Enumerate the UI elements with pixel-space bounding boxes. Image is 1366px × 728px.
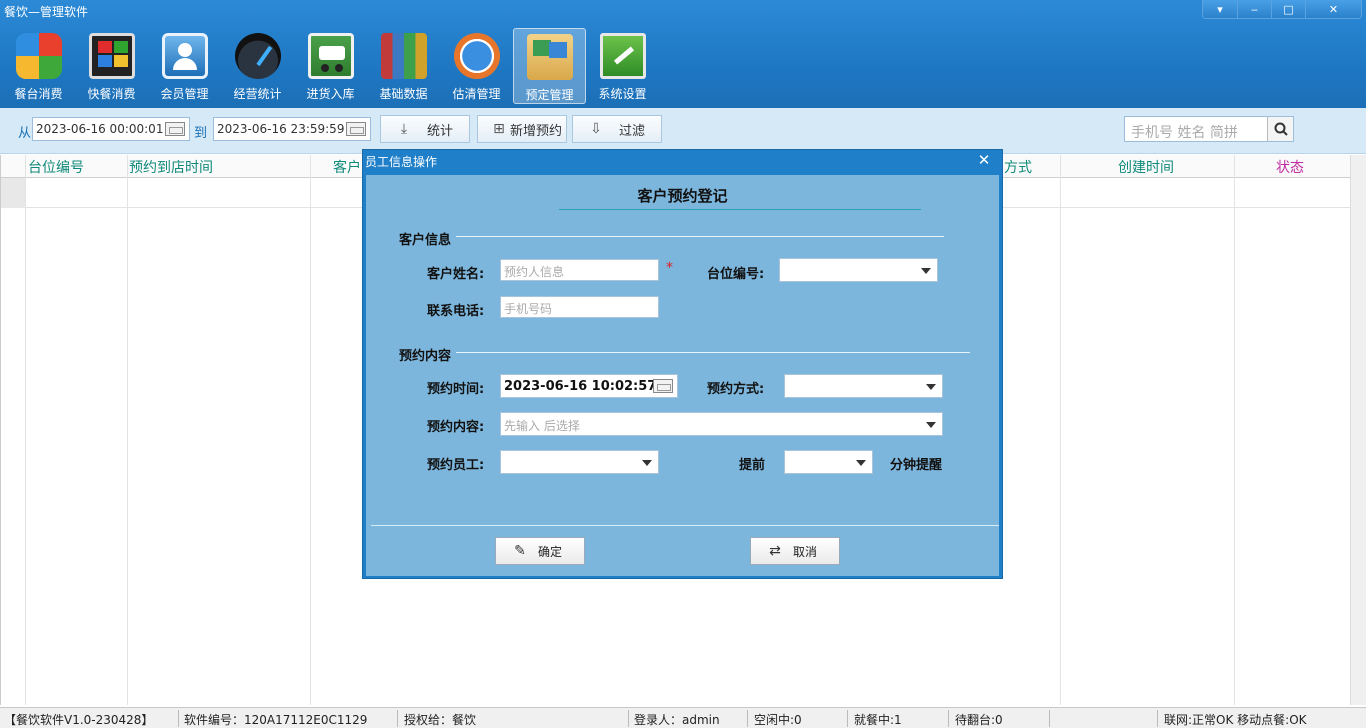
nav-item-business-stats[interactable]: 经营统计 <box>221 28 294 104</box>
status-login: 登录人：admin <box>634 713 720 727</box>
delivery-truck-icon <box>307 33 354 79</box>
from-date-value: 2023-06-16 00:00:01 <box>36 122 164 136</box>
refresh-globe-icon <box>453 33 500 79</box>
nav-item-base-data[interactable]: 基础数据 <box>367 28 440 104</box>
nav-item-sold-out[interactable]: 估清管理 <box>440 28 513 104</box>
status-version: 【餐饮软件V1.0-230428】 <box>4 713 154 727</box>
advance-minutes-select[interactable] <box>784 450 873 474</box>
nav-item-fast-food[interactable]: 快餐消费 <box>75 28 148 104</box>
nav-item-system-settings[interactable]: 系统设置 <box>586 28 659 104</box>
booking-method-select[interactable] <box>784 374 943 398</box>
chevron-down-icon <box>926 422 936 428</box>
search-box: 手机号 姓名 简拼 <box>1124 116 1294 142</box>
swap-arrows-icon: ⇄ <box>769 543 781 559</box>
col-created-time[interactable]: 创建时间 <box>1118 157 1174 177</box>
required-mark: * <box>666 260 673 276</box>
chevron-down-icon <box>921 268 931 274</box>
dropdown-icon[interactable]: ▾ <box>1203 0 1237 18</box>
books-icon <box>380 33 427 79</box>
dialog-title: 员工信息操作 <box>365 155 438 169</box>
close-icon[interactable]: ✕ <box>1305 0 1361 18</box>
search-input[interactable]: 手机号 姓名 简拼 <box>1131 122 1238 142</box>
booking-staff-label: 预约员工: <box>427 458 485 473</box>
booking-folder-icon <box>526 34 573 80</box>
title-bar: 餐饮—管理软件 ▾ ‒ □ ✕ 餐台消费 快餐消费 会员管理 经营统计 进货入库… <box>0 0 1366 108</box>
filter-toolbar: 从 2023-06-16 00:00:01 到 2023-06-16 23:59… <box>0 108 1366 154</box>
minimize-icon[interactable]: ‒ <box>1237 0 1271 18</box>
chevron-down-icon <box>642 460 652 466</box>
status-bar: 【餐饮软件V1.0-230428】 软件编号：120A17112E0C1129 … <box>0 707 1366 728</box>
to-date-field[interactable]: 2023-06-16 23:59:59 <box>213 117 371 141</box>
to-date-value: 2023-06-16 23:59:59 <box>217 122 345 136</box>
col-arrival-time[interactable]: 预约到店时间 <box>129 157 213 177</box>
col-method[interactable]: 方式 <box>1004 157 1032 177</box>
chevron-down-icon <box>856 460 866 466</box>
booking-time-label: 预约时间: <box>427 382 485 397</box>
confirm-button[interactable]: ✎ 确定 <box>495 537 585 565</box>
status-licensed: 授权给：餐饮 <box>404 713 477 727</box>
filter-button[interactable]: ⇩ 过滤 <box>572 115 662 143</box>
booking-method-label: 预约方式: <box>707 382 765 397</box>
add-icon: ⊞ <box>493 121 505 137</box>
booking-content-label: 预约内容: <box>427 420 485 435</box>
booking-time-value: 2023-06-16 10:02:57 <box>504 379 657 394</box>
wrench-monitor-icon <box>599 33 646 79</box>
monitor-tiles-icon <box>88 33 135 79</box>
main-nav: 餐台消费 快餐消费 会员管理 经营统计 进货入库 基础数据 估清管理 预定管理 … <box>2 28 659 104</box>
booking-dialog: 员工信息操作 ✕ 客户预约登记 客户信息 客户姓名: 预约人信息 * 台位编号:… <box>362 149 1003 579</box>
col-table-no[interactable]: 台位编号 <box>28 157 84 177</box>
from-label: 从 <box>18 126 32 141</box>
nav-item-booking[interactable]: 预定管理 <box>513 28 586 104</box>
status-dining: 就餐中:1 <box>854 713 902 727</box>
gauge-icon <box>234 33 281 79</box>
maximize-icon[interactable]: □ <box>1271 0 1305 18</box>
booking-content-select[interactable]: 先输入 后选择 <box>500 412 943 436</box>
phone-label: 联系电话: <box>427 304 485 319</box>
download-icon: ⤓ <box>400 121 408 137</box>
windows-tiles-icon <box>15 33 62 79</box>
cloud-download-icon: ⇩ <box>590 121 602 137</box>
close-icon[interactable]: ✕ <box>974 151 994 169</box>
booking-time-field[interactable]: 2023-06-16 10:02:57 <box>500 374 678 398</box>
col-status[interactable]: 状态 <box>1276 157 1304 177</box>
calendar-icon[interactable] <box>346 122 366 136</box>
edit-icon: ✎ <box>514 543 526 559</box>
stats-button[interactable]: ⤓ 统计 <box>380 115 470 143</box>
calendar-icon[interactable] <box>653 379 673 393</box>
status-serial: 软件编号：120A17112E0C1129 <box>184 713 368 727</box>
dialog-body: 客户预约登记 客户信息 客户姓名: 预约人信息 * 台位编号: 联系电话: 手机… <box>366 175 999 576</box>
members-icon <box>161 33 208 79</box>
cancel-button[interactable]: ⇄ 取消 <box>750 537 840 565</box>
status-idle: 空闲中:0 <box>754 713 802 727</box>
advance-label: 提前 <box>739 458 766 473</box>
nav-item-stock-in[interactable]: 进货入库 <box>294 28 367 104</box>
from-date-field[interactable]: 2023-06-16 00:00:01 <box>32 117 190 141</box>
table-no-select[interactable] <box>779 258 938 282</box>
row-header[interactable] <box>1 178 25 208</box>
vertical-scrollbar[interactable] <box>1350 155 1366 705</box>
status-waiting: 待翻台:0 <box>955 713 1003 727</box>
dialog-heading: 客户预约登记 <box>637 187 728 205</box>
customer-name-field[interactable]: 预约人信息 <box>500 259 659 281</box>
table-no-label: 台位编号: <box>707 267 765 282</box>
section-booking: 预约内容 <box>399 349 452 364</box>
calendar-icon[interactable] <box>165 122 185 136</box>
search-icon[interactable] <box>1267 117 1293 141</box>
nav-item-table-consume[interactable]: 餐台消费 <box>2 28 75 104</box>
window-controls: ▾ ‒ □ ✕ <box>1202 0 1362 19</box>
section-customer: 客户信息 <box>399 233 452 248</box>
phone-field[interactable]: 手机号码 <box>500 296 659 318</box>
add-booking-button[interactable]: ⊞ 新增预约 <box>477 115 567 143</box>
col-customer[interactable]: 客户 <box>333 157 361 177</box>
booking-staff-select[interactable] <box>500 450 659 474</box>
to-label: 到 <box>194 126 208 141</box>
customer-name-label: 客户姓名: <box>427 267 485 282</box>
booking-content-placeholder: 先输入 后选择 <box>504 419 580 433</box>
window-title: 餐饮—管理软件 <box>4 5 89 19</box>
chevron-down-icon <box>926 384 936 390</box>
nav-item-members[interactable]: 会员管理 <box>148 28 221 104</box>
status-network: 联网:正常OK 移动点餐:OK <box>1164 713 1307 727</box>
minutes-reminder-label: 分钟提醒 <box>890 458 943 473</box>
